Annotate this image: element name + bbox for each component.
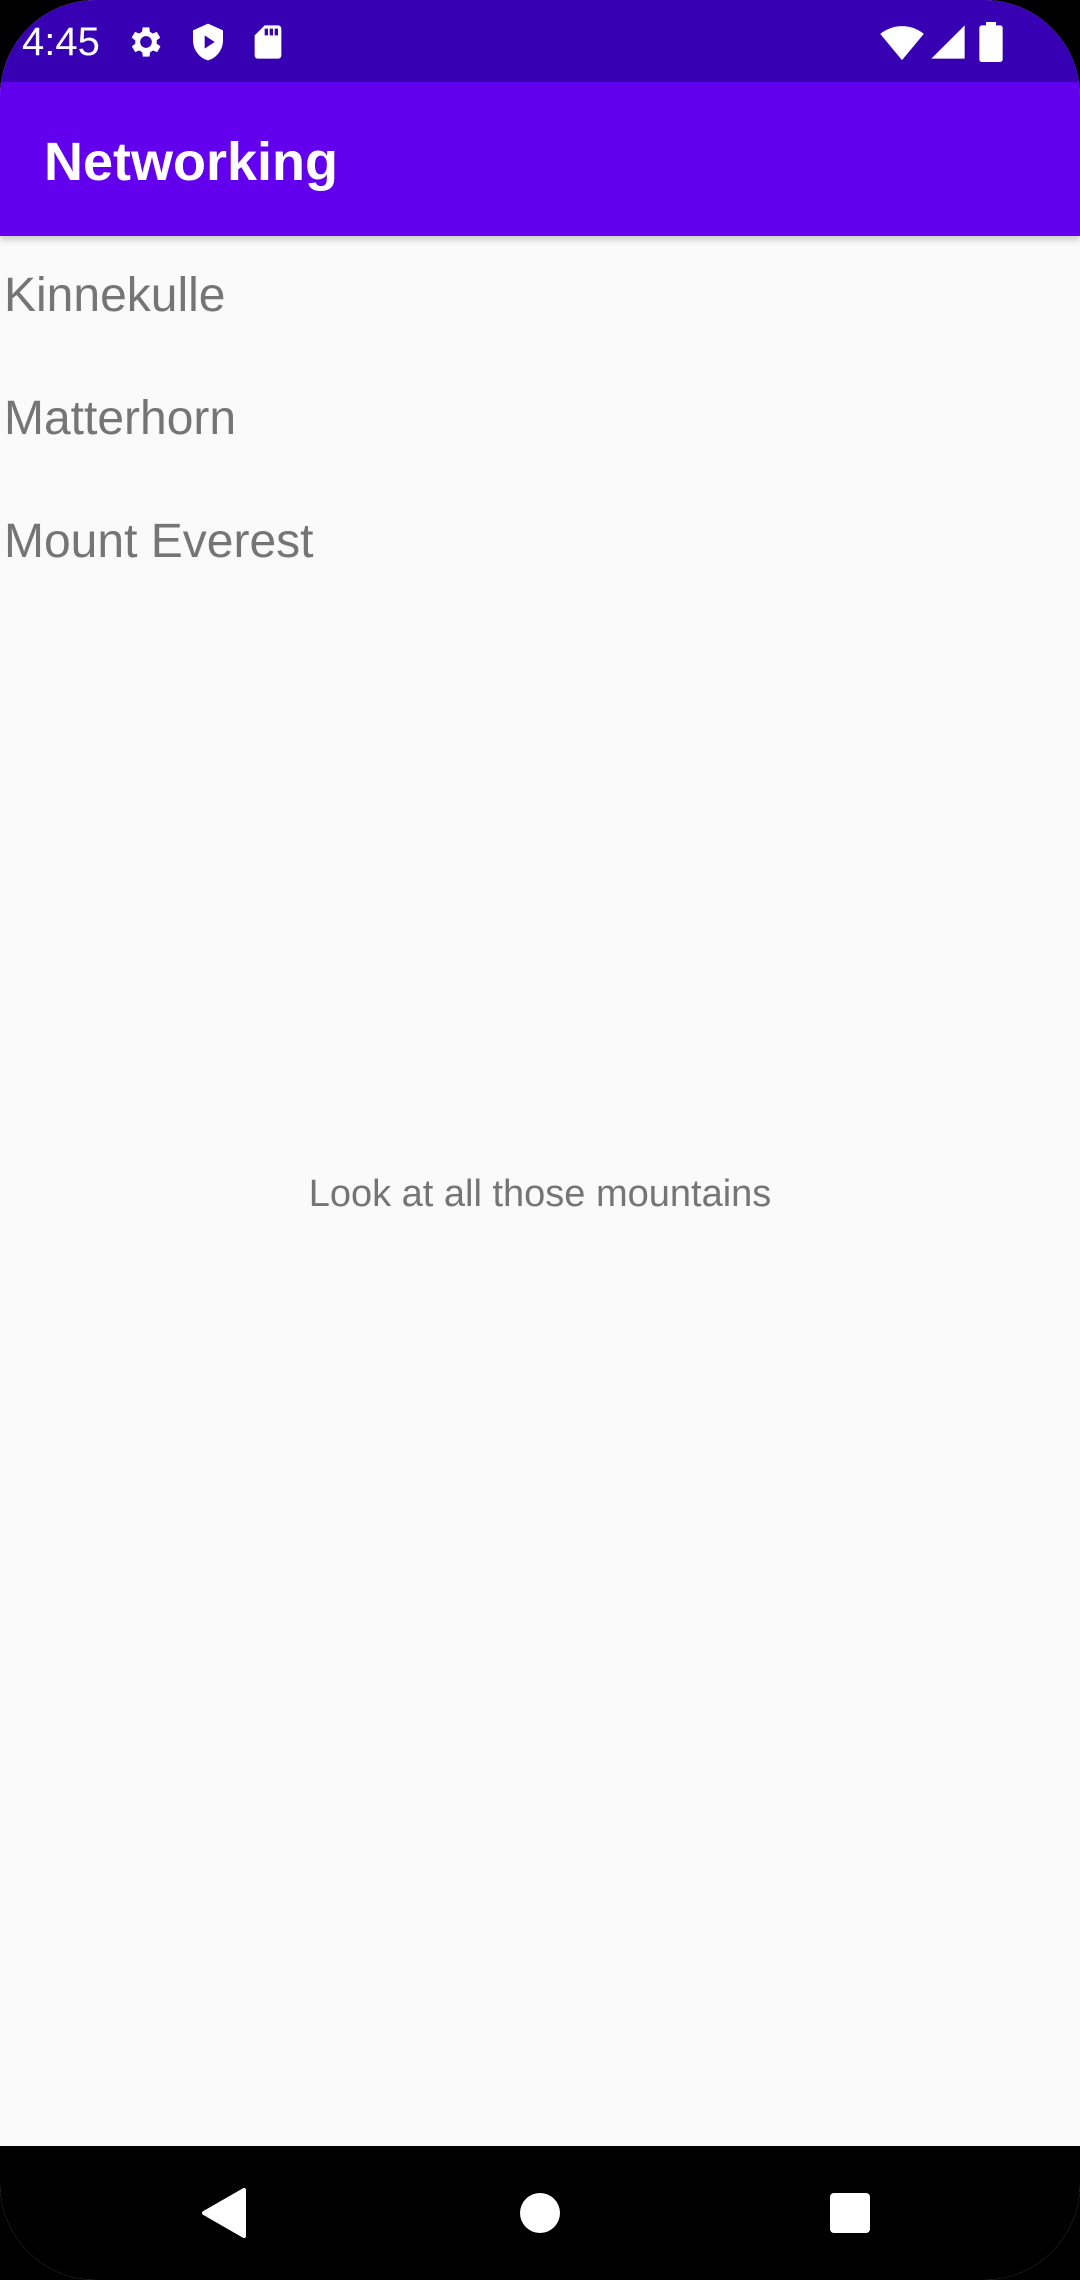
sd-card-icon	[248, 22, 288, 62]
status-bar: 4:45	[0, 0, 1080, 82]
cellular-signal-icon	[928, 22, 968, 62]
home-icon[interactable]	[495, 2168, 585, 2258]
app-bar: Networking	[0, 82, 1080, 236]
list-item-matterhorn[interactable]: Matterhorn	[0, 359, 1080, 482]
gear-icon	[126, 22, 166, 62]
battery-icon	[976, 22, 1006, 62]
wifi-icon	[880, 22, 924, 62]
status-time: 4:45	[22, 20, 100, 64]
phone-screen: 4:45 Networking Kinnekulle Matterhorn Mo…	[0, 0, 1080, 2280]
recents-icon[interactable]	[805, 2168, 895, 2258]
app-title: Networking	[44, 132, 339, 192]
list-item-kinnekulle[interactable]: Kinnekulle	[0, 236, 1080, 359]
back-icon[interactable]	[180, 2168, 270, 2258]
navigation-bar	[0, 2146, 1080, 2280]
shield-icon	[188, 22, 228, 62]
message-text: Look at all those mountains	[308, 1173, 772, 1215]
mountain-list: Kinnekulle Matterhorn Mount Everest	[0, 236, 1080, 605]
list-item-mount-everest[interactable]: Mount Everest	[0, 482, 1080, 605]
